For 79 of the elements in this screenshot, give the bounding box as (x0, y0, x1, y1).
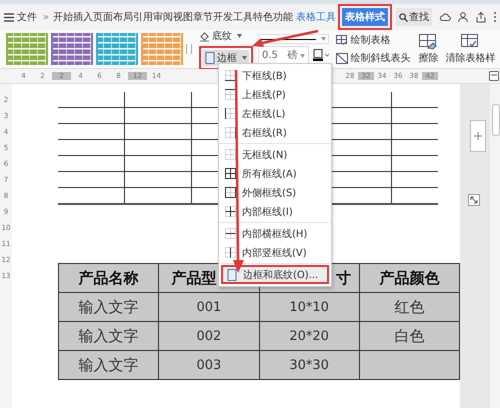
caret-icon (300, 54, 306, 58)
caret-icon (321, 37, 326, 41)
table-cell: 输入文字 (58, 350, 159, 380)
border-icon (225, 70, 236, 81)
menu-item[interactable]: 内部横框线(H) (219, 224, 331, 243)
column-header: 产品颜色 (359, 264, 460, 292)
table-style-thumbnail[interactable] (6, 33, 48, 65)
draw-diagonal-header-button[interactable]: 绘制斜线表头 (334, 50, 412, 66)
ribbon-tab[interactable]: 视图 (173, 10, 194, 24)
table-cell: 003 (158, 350, 259, 380)
page-icon (227, 268, 237, 280)
resize-handle-icon[interactable] (468, 194, 480, 206)
menu-item[interactable]: 内部框线(I) (219, 202, 331, 221)
menu-item[interactable]: 外侧框线(S) (219, 183, 331, 202)
menu-item[interactable]: 下框线(B) (219, 66, 331, 85)
menu-item[interactable]: 无框线(N) (219, 145, 331, 164)
border-icon (225, 89, 236, 100)
user-icon[interactable] (457, 11, 470, 23)
menu-item[interactable]: 左框线(L) (219, 104, 331, 123)
table-cell: 红色 (359, 292, 460, 322)
menu-item[interactable]: 上框线(P) (219, 85, 331, 104)
draw-table-icon (336, 34, 348, 46)
ribbon-tab[interactable]: 特色功能 (253, 10, 294, 24)
pen-color-icon[interactable] (313, 49, 330, 61)
line-weight-dropdown[interactable]: 0.5 磅 (258, 46, 310, 64)
table-cell: 30*30 (259, 350, 360, 380)
border-icon (225, 108, 236, 119)
plus-icon (474, 132, 482, 140)
file-menu[interactable]: 文件 (17, 10, 37, 24)
menu-item[interactable]: 所有框线(A) (219, 164, 331, 183)
ribbon-tab[interactable]: 表格工具 (296, 10, 336, 24)
table-cell: 白色 (359, 322, 460, 350)
table-cell: 20*20 (259, 322, 360, 350)
ribbon-tab[interactable]: 引用 (133, 10, 154, 24)
ribbon-tab[interactable]: 表格样式 (342, 8, 388, 26)
page-icon (205, 52, 215, 64)
menu-item[interactable]: 边框和底纹(O)... (221, 265, 329, 284)
scrollbar[interactable] (490, 84, 500, 408)
ribbon-tab[interactable]: 插入 (73, 10, 94, 24)
ribbon-tab[interactable]: 开发工具 (213, 10, 254, 24)
cloud-icon[interactable] (439, 11, 452, 23)
draw-table-button[interactable]: 绘制表格 (334, 32, 392, 48)
eraser-icon (419, 34, 438, 50)
table-style-thumbnail[interactable] (51, 33, 93, 65)
border-icon (225, 206, 236, 217)
border-icon (225, 247, 236, 258)
table-style-thumbnail[interactable] (141, 33, 183, 65)
erase-button[interactable]: 擦除 (417, 34, 440, 64)
menu-item[interactable]: 内部竖框线(V) (219, 243, 331, 262)
table-style-thumbnail[interactable] (96, 33, 138, 65)
table-cell: 输入文字 (58, 292, 159, 322)
ruler-toggle-icon[interactable] (488, 70, 500, 82)
diagonal-cell-icon (336, 52, 348, 64)
border-icon (225, 149, 236, 160)
add-column-button[interactable] (470, 120, 486, 152)
caret-icon (242, 56, 247, 60)
table-cell: 10*10 (259, 292, 360, 322)
ribbon-tab[interactable]: 开始 (53, 10, 74, 24)
table-cell: 输入文字 (58, 322, 159, 350)
border-icon (225, 228, 236, 239)
menu-item[interactable]: 右框线(R) (219, 123, 331, 142)
ribbon-tab[interactable]: 审阅 (153, 10, 174, 24)
border-icon (225, 168, 236, 179)
caret-icon (237, 34, 242, 38)
ribbon-tab[interactable]: 章节 (193, 10, 214, 24)
border-icon (225, 187, 236, 198)
shading-button[interactable]: 底纹 (197, 28, 244, 44)
search-icon (399, 12, 408, 22)
column-header: 产品名称 (58, 264, 159, 292)
menu-icon[interactable] (4, 12, 14, 22)
border-icon (225, 127, 236, 138)
table-cell: 002 (158, 322, 259, 350)
clear-table-style-button[interactable]: 清除表格样 (444, 34, 496, 64)
share-icon[interactable] (475, 11, 488, 23)
clear-table-icon (461, 34, 480, 50)
table-cell: 001 (158, 292, 259, 322)
more-icon[interactable] (493, 11, 498, 23)
search-button[interactable]: 查找 (396, 8, 432, 26)
ribbon-tab[interactable]: 页面布局 (93, 10, 134, 24)
